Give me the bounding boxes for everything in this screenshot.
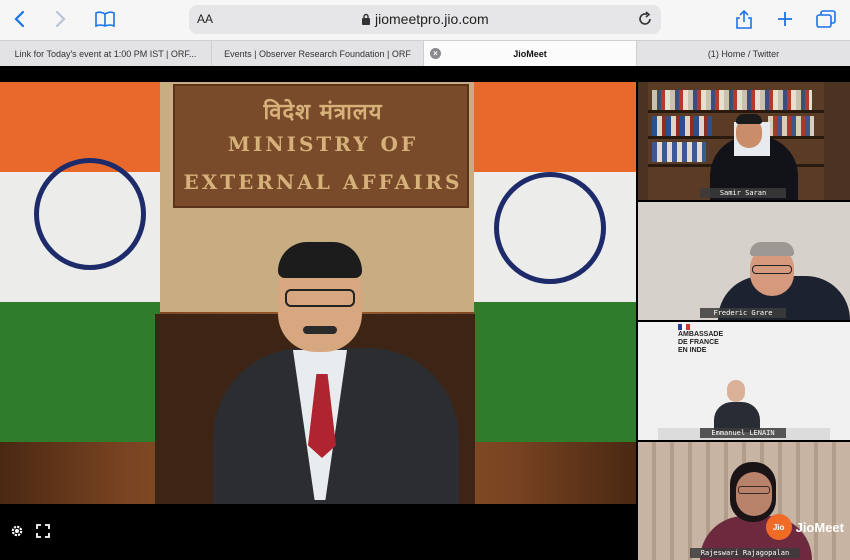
lock-icon bbox=[362, 13, 370, 25]
participant-tile[interactable]: Samir Saran bbox=[638, 82, 850, 200]
main-speaker-video[interactable]: विदेश मंत्रालय MINISTRY OF EXTERNAL AFFA… bbox=[0, 82, 636, 504]
ministry-plaque: विदेश मंत्रालय MINISTRY OF EXTERNAL AFFA… bbox=[173, 84, 469, 208]
flag-right bbox=[474, 82, 636, 442]
gear-icon bbox=[11, 525, 23, 537]
chevron-right-icon bbox=[55, 10, 66, 28]
jio-logo-icon: Jio bbox=[765, 514, 792, 540]
fullscreen-icon bbox=[36, 524, 50, 538]
tab-label: Events | Observer Research Foundation | … bbox=[224, 49, 411, 59]
tab-orf-events[interactable]: Events | Observer Research Foundation | … bbox=[212, 41, 424, 67]
tab-label: (1) Home / Twitter bbox=[707, 49, 780, 59]
speaker-mustache bbox=[303, 326, 337, 334]
address-bar[interactable]: AA jiomeetpro.jio.com bbox=[189, 5, 661, 34]
text-size-button[interactable]: AA bbox=[197, 12, 213, 26]
participant-name: Samir Saran bbox=[700, 188, 786, 198]
book-icon bbox=[95, 11, 115, 27]
speaker-hair bbox=[278, 242, 362, 278]
participant-name: Rajeswari Rajagopalan bbox=[690, 548, 800, 558]
new-tab-button[interactable] bbox=[775, 6, 795, 32]
participant-tile[interactable]: Rajeswari Rajagopalan Jio JioMeet bbox=[638, 442, 850, 560]
speaker-glasses bbox=[285, 289, 355, 307]
participant-tile[interactable]: AMBASSADE DE FRANCE EN INDE Emmanuel LEN… bbox=[638, 322, 850, 440]
fullscreen-button[interactable] bbox=[34, 522, 52, 540]
tab-overview-button[interactable] bbox=[815, 6, 837, 32]
bookmarks-button[interactable] bbox=[94, 6, 116, 32]
participant-head bbox=[736, 472, 772, 516]
participant-head bbox=[727, 380, 745, 402]
chevron-left-icon bbox=[14, 10, 25, 28]
tab-jiomeet[interactable]: × JioMeet bbox=[424, 41, 637, 67]
logo-badge-text: Jio bbox=[772, 522, 785, 532]
share-button[interactable] bbox=[734, 6, 754, 32]
plus-icon bbox=[778, 12, 792, 26]
settings-button[interactable] bbox=[8, 522, 26, 540]
tab-twitter[interactable]: (1) Home / Twitter bbox=[637, 41, 850, 67]
ashoka-chakra-icon bbox=[34, 158, 146, 270]
flag-left bbox=[0, 82, 160, 442]
tab-orf-link[interactable]: Link for Today's event at 1:00 PM IST | … bbox=[0, 41, 212, 67]
url-text: jiomeetpro.jio.com bbox=[375, 11, 489, 27]
reload-icon[interactable] bbox=[637, 11, 653, 27]
plaque-hindi-text: विदेश मंत्रालय bbox=[263, 99, 383, 125]
sign-text-line: AMBASSADE bbox=[678, 331, 724, 338]
back-button[interactable] bbox=[10, 6, 30, 32]
ashoka-chakra-icon bbox=[494, 172, 606, 284]
tab-label: Link for Today's event at 1:00 PM IST | … bbox=[14, 49, 197, 59]
tabs-icon bbox=[816, 10, 836, 28]
sign-text-line: DE FRANCE bbox=[678, 339, 719, 346]
participant-name: Frederic Grare bbox=[700, 308, 786, 318]
participant-name: Emmanuel LENAIN bbox=[700, 428, 786, 438]
close-tab-icon[interactable]: × bbox=[430, 48, 441, 59]
meeting-area: विदेश मंत्रालय MINISTRY OF EXTERNAL AFFA… bbox=[0, 66, 850, 560]
logo-text: JioMeet bbox=[795, 519, 844, 535]
french-flag-icon bbox=[678, 324, 690, 330]
plaque-line-2: EXTERNAL AFFAIRS bbox=[183, 170, 463, 194]
plaque-line-1: MINISTRY OF bbox=[227, 132, 419, 156]
participant-tile[interactable]: Frederic Grare bbox=[638, 202, 850, 320]
browser-toolbar: AA jiomeetpro.jio.com bbox=[0, 0, 850, 40]
forward-button[interactable] bbox=[50, 6, 70, 32]
video-controls bbox=[8, 522, 52, 540]
sign-text-line: EN INDE bbox=[678, 347, 707, 354]
jiomeet-logo: Jio JioMeet bbox=[765, 514, 844, 540]
share-icon bbox=[736, 9, 752, 29]
tab-label: JioMeet bbox=[513, 49, 547, 59]
tab-strip: Link for Today's event at 1:00 PM IST | … bbox=[0, 40, 850, 67]
